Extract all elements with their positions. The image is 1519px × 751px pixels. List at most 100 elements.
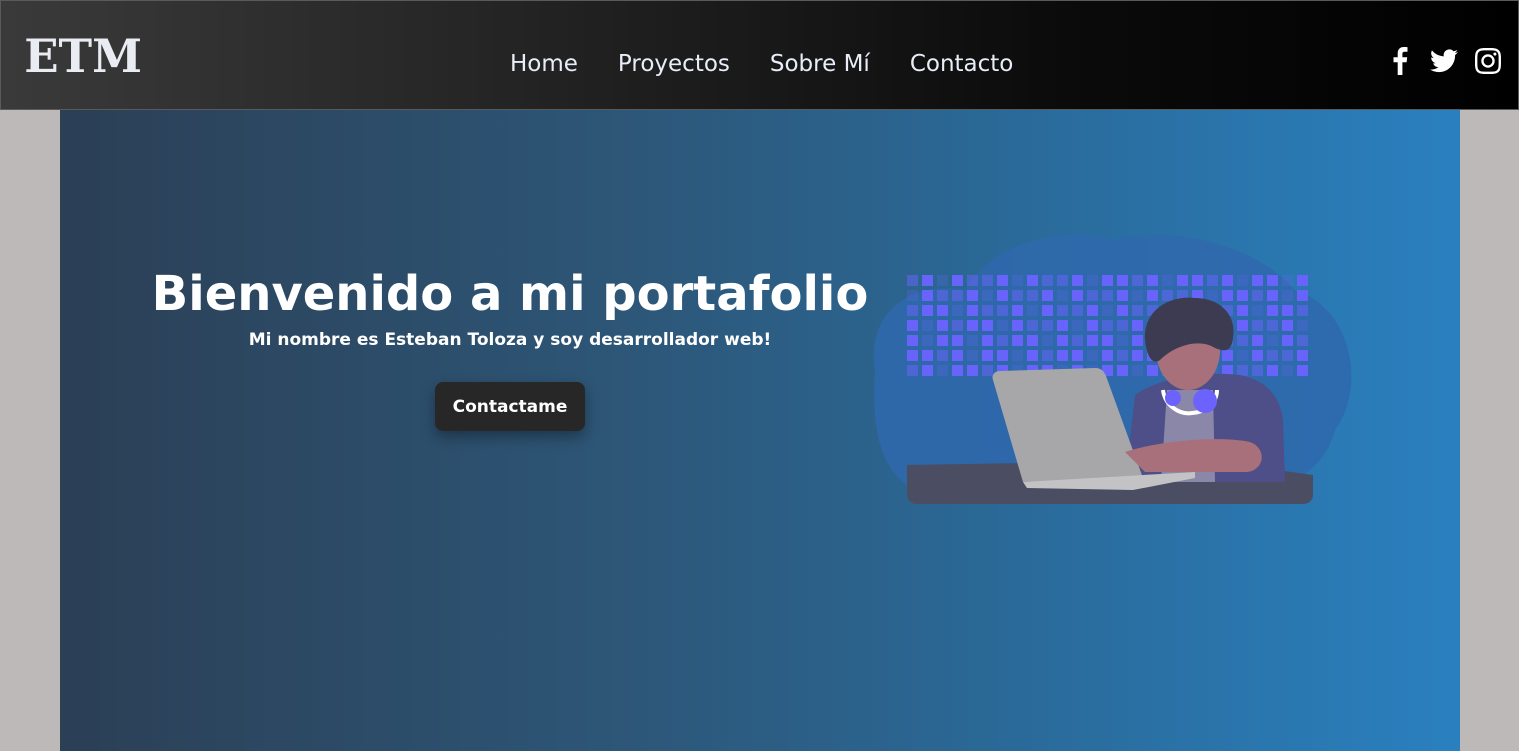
pixel-cell [1297,290,1308,301]
pixel-cell [967,335,978,346]
pixel-cell [1132,305,1143,316]
pixel-cell [922,290,933,301]
pixel-cell [1117,365,1128,376]
pixel-cell [1012,275,1023,286]
pixel-cell [1297,275,1308,286]
pixel-cell [967,305,978,316]
instagram-icon[interactable] [1474,47,1502,75]
pixel-cell [997,275,1008,286]
pixel-cell [952,305,963,316]
pixel-cell [1192,275,1203,286]
twitter-icon[interactable] [1430,47,1458,75]
pixel-cell [922,320,933,331]
pixel-cell [1042,335,1053,346]
pixel-cell [1222,275,1233,286]
pixel-cell [1027,290,1038,301]
developer-at-laptop-illustration [873,234,1352,504]
pixel-cell [1237,350,1248,361]
pixel-grid [907,275,1308,376]
pixel-cell [1237,320,1248,331]
pixel-cell [1012,350,1023,361]
pixel-cell [982,275,993,286]
pixel-cell [922,350,933,361]
pixel-cell [1072,305,1083,316]
pixel-cell [907,350,918,361]
nav-link-sobre-mi[interactable]: Sobre Mí [770,45,870,83]
pixel-cell [1012,335,1023,346]
pixel-cell [907,335,918,346]
top-navbar: ETM Home Proyectos Sobre Mí Contacto [0,0,1519,110]
pixel-cell [1057,350,1068,361]
pixel-cell [1117,350,1128,361]
pixel-cell [982,365,993,376]
pixel-cell [1252,320,1263,331]
pixel-cell [1012,305,1023,316]
social-links [1386,47,1502,75]
pixel-cell [907,275,918,286]
pixel-cell [1252,305,1263,316]
pixel-cell [1237,335,1248,346]
pixel-cell [1267,290,1278,301]
pixel-cell [1282,320,1293,331]
pixel-cell [967,290,978,301]
pixel-cell [907,320,918,331]
pixel-cell [997,290,1008,301]
facebook-icon[interactable] [1386,47,1414,75]
pixel-cell [1282,350,1293,361]
pixel-cell [907,290,918,301]
pixel-cell [937,335,948,346]
pixel-cell [1297,365,1308,376]
nav-link-home[interactable]: Home [510,45,578,83]
pixel-cell [1252,335,1263,346]
site-logo[interactable]: ETM [24,29,142,83]
pixel-cell [1177,275,1188,286]
hero-section: Bienvenido a mi portafolio Mi nombre es … [60,110,1460,751]
pixel-cell [1072,350,1083,361]
pixel-cell [1027,350,1038,361]
pixel-cell [1207,290,1218,301]
pixel-cell [1162,275,1173,286]
pixel-cell [937,290,948,301]
pixel-cell [1222,350,1233,361]
pixel-cell [1132,335,1143,346]
pixel-cell [1072,290,1083,301]
pixel-cell [1267,350,1278,361]
pixel-cell [1222,290,1233,301]
pixel-cell [1087,335,1098,346]
pixel-cell [1057,335,1068,346]
pixel-cell [1087,350,1098,361]
nav-link-contacto[interactable]: Contacto [910,45,1014,83]
pixel-cell [1057,320,1068,331]
pixel-cell [1162,290,1173,301]
pixel-cell [1087,275,1098,286]
pixel-cell [1042,275,1053,286]
pixel-cell [952,320,963,331]
pixel-cell [1057,305,1068,316]
pixel-cell [1057,290,1068,301]
pixel-cell [967,365,978,376]
hero-title: Bienvenido a mi portafolio [151,266,869,322]
pixel-cell [1087,290,1098,301]
pixel-cell [907,305,918,316]
pixel-cell [1072,275,1083,286]
pixel-cell [1117,320,1128,331]
pixel-cell [1237,305,1248,316]
pixel-cell [997,335,1008,346]
nav-link-proyectos[interactable]: Proyectos [618,45,730,83]
pixel-cell [952,350,963,361]
pixel-cell [1282,335,1293,346]
contact-button[interactable]: Contactame [435,382,585,431]
headphone-cup-left [1165,390,1181,406]
pixel-cell [967,320,978,331]
pixel-cell [1267,320,1278,331]
pixel-cell [937,305,948,316]
pixel-cell [1027,305,1038,316]
pixel-cell [1252,275,1263,286]
pixel-cell [1252,290,1263,301]
pixel-cell [1237,290,1248,301]
pixel-cell [1267,275,1278,286]
pixel-cell [1042,305,1053,316]
pixel-cell [1252,350,1263,361]
pixel-cell [997,305,1008,316]
pixel-cell [982,290,993,301]
